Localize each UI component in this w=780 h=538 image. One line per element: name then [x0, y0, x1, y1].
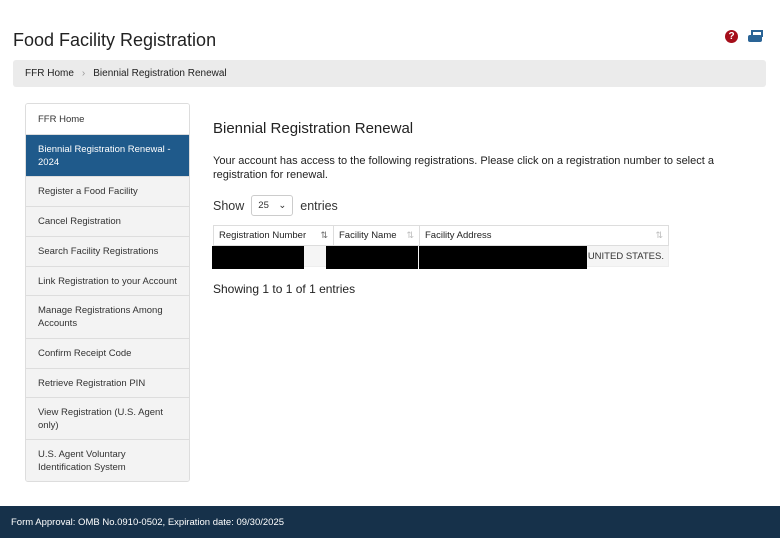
breadcrumb: FFR Home › Biennial Registration Renewal: [13, 60, 766, 87]
intro-text: Your account has access to the following…: [213, 155, 714, 181]
section-title: Biennial Registration Renewal: [213, 120, 414, 137]
sort-asc-icon: ⇅: [320, 230, 328, 240]
column-facility-address[interactable]: Facility Address ⇅: [419, 225, 669, 246]
page-size-value: 25: [258, 200, 269, 211]
facility-name-cell: [326, 245, 420, 269]
redaction: [212, 246, 304, 269]
facility-address-cell: UNITED STATES.: [419, 245, 669, 269]
sort-icon: ⇅: [655, 230, 663, 240]
column-label: Registration Number: [219, 230, 307, 241]
sidebar-item-us-agent[interactable]: U.S. Agent Voluntary Identification Syst…: [26, 439, 189, 481]
column-label: Facility Name: [339, 230, 397, 241]
page-title: Food Facility Registration: [13, 30, 217, 50]
sidebar-item-confirm-receipt[interactable]: Confirm Receipt Code: [26, 338, 189, 368]
sidebar-nav: FFR Home Biennial Registration Renewal -…: [25, 103, 190, 482]
redaction: [419, 246, 587, 269]
sidebar-item-search[interactable]: Search Facility Registrations: [26, 236, 189, 266]
chevron-down-icon: ⌄: [278, 200, 287, 211]
address-text: UNITED STATES.: [587, 250, 664, 262]
redaction: [326, 246, 418, 269]
sidebar-item-retrieve-pin[interactable]: Retrieve Registration PIN: [26, 368, 189, 397]
page-size-select[interactable]: 25 ⌄: [251, 195, 294, 216]
sidebar-item-manage[interactable]: Manage Registrations Among Accounts: [26, 295, 189, 338]
breadcrumb-current: Biennial Registration Renewal: [93, 68, 227, 79]
sidebar-item-cancel[interactable]: Cancel Registration: [26, 206, 189, 236]
registrations-table: Registration Number ⇅ Facility Name ⇅ Faci…: [212, 225, 669, 269]
sidebar-item-view-registration[interactable]: View Registration (U.S. Agent only): [26, 397, 189, 439]
column-facility-name[interactable]: Facility Name ⇅: [333, 225, 420, 246]
table-info: Showing 1 to 1 of 1 entries: [213, 282, 356, 296]
column-registration-number[interactable]: Registration Number ⇅: [213, 225, 334, 246]
sidebar-item-biennial-renewal[interactable]: Biennial Registration Renewal - 2024: [26, 134, 189, 176]
sidebar-item-link[interactable]: Link Registration to your Account: [26, 266, 189, 295]
breadcrumb-separator: ›: [81, 68, 86, 79]
breadcrumb-ffr-home[interactable]: FFR Home: [25, 68, 74, 79]
entries-label: entries: [300, 198, 338, 213]
sidebar-item-ffr-home[interactable]: FFR Home: [26, 104, 189, 134]
print-icon[interactable]: [748, 30, 763, 43]
table-row: UNITED STATES.: [212, 245, 669, 269]
registration-number-cell[interactable]: [212, 245, 334, 269]
sidebar-item-register[interactable]: Register a Food Facility: [26, 176, 189, 206]
show-label: Show: [213, 198, 245, 213]
footer: Form Approval: OMB No.0910-0502, Expirat…: [0, 506, 780, 538]
question-circle-icon[interactable]: ?: [725, 30, 738, 43]
column-label: Facility Address: [425, 230, 492, 241]
sort-icon: ⇅: [406, 230, 414, 240]
